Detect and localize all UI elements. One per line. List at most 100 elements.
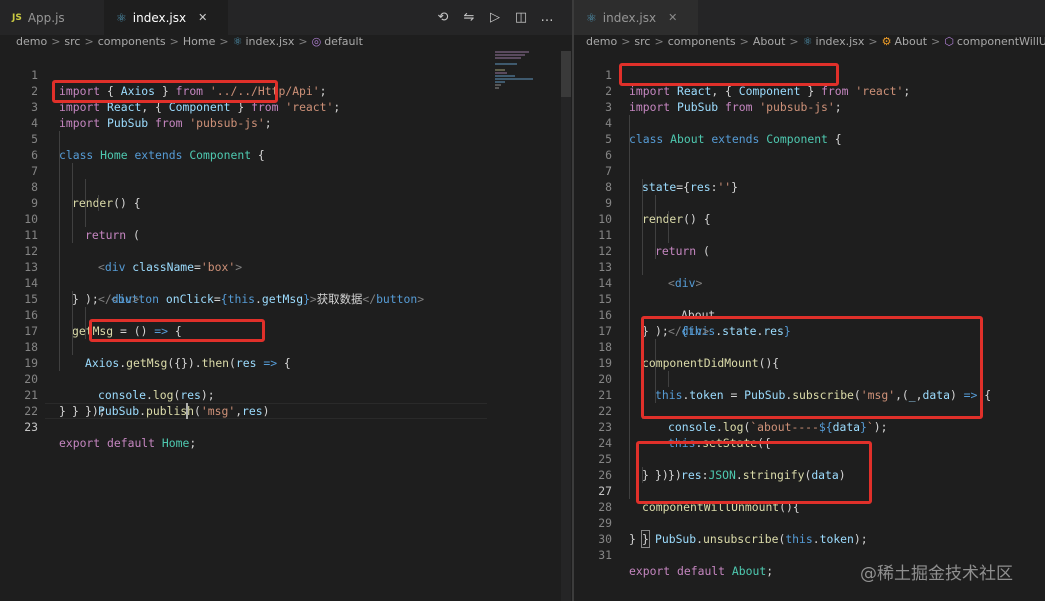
code-line: 6 state={res:''} (574, 131, 1045, 194)
run-icon[interactable]: ▷ (482, 10, 508, 25)
indent-guide (629, 195, 630, 211)
indent-guide (642, 243, 643, 259)
breadcrumb-item[interactable]: demo (16, 35, 47, 48)
code-line: 13 </div> (574, 243, 1045, 338)
breadcrumb-item[interactable]: src (64, 35, 80, 48)
chevron-right-icon: > (868, 35, 878, 48)
code-line: 8 return ( (0, 163, 572, 242)
indent-guide (629, 371, 630, 387)
indent-guide (629, 227, 630, 243)
chevron-right-icon: > (219, 35, 229, 48)
indent-guide (85, 307, 86, 323)
indent-guide (59, 211, 60, 227)
line-number: 23 (24, 420, 38, 434)
code-line: 20 } (0, 355, 572, 418)
tab-index-jsx[interactable]: ⚛ index.jsx ✕ (104, 0, 228, 35)
breadcrumb-item[interactable]: default (324, 35, 363, 48)
indent-guide (85, 323, 86, 339)
indent-guide (629, 307, 630, 323)
breadcrumb-item[interactable]: index.jsx (245, 35, 294, 48)
code-line: 8 render() { (574, 163, 1045, 226)
indent-guide (85, 179, 86, 195)
code-token: export (59, 436, 101, 450)
code-token: ; (766, 564, 774, 578)
timeline-icon[interactable]: ⟲ (430, 10, 456, 25)
code-line: 1 import { Axios } from '../../Http/Api'… (0, 51, 572, 98)
code-line: 9 return ( (574, 179, 1045, 258)
indent-guide (629, 131, 630, 147)
minimap[interactable] (495, 51, 547, 99)
indent-guide (629, 451, 630, 467)
code-line: 7 (574, 147, 1045, 178)
indent-guide (59, 307, 60, 323)
indent-guide (629, 323, 630, 339)
indent-guide (72, 195, 73, 211)
indent-guide (668, 211, 669, 227)
close-icon[interactable]: ✕ (668, 11, 677, 24)
indent-guide (629, 259, 630, 275)
chevron-right-icon: > (931, 35, 941, 48)
indent-guide (59, 243, 60, 259)
breadcrumb-item[interactable]: About (895, 35, 928, 48)
indent-guide (72, 227, 73, 243)
scrollbar-thumb[interactable] (561, 51, 571, 97)
breadcrumb: demo > src > components > About > ⚛ index.jsx > ⚙ Ab… (574, 35, 1045, 49)
indent-guide (59, 179, 60, 195)
indent-guide (629, 243, 630, 259)
close-icon[interactable]: ✕ (198, 11, 207, 24)
tab-label: index.jsx (132, 10, 187, 25)
code-line: 24 } (574, 419, 1045, 482)
tab-index-jsx[interactable]: ⚛ index.jsx ✕ (574, 0, 698, 35)
code-line: 5 (574, 115, 1045, 146)
code-token: Home (161, 436, 190, 450)
indent-guide (72, 339, 73, 355)
breadcrumb-item[interactable]: About (753, 35, 786, 48)
line-number: 31 (598, 548, 612, 562)
code-line: 10 <button onClick={this.getMsg}>获取数据</b… (0, 195, 572, 306)
right-tab-bar: ⚛ index.jsx ✕ (574, 0, 1045, 35)
breadcrumb-item[interactable]: demo (586, 35, 617, 48)
breadcrumb-item[interactable]: index.jsx (816, 35, 865, 48)
split-editor-icon[interactable]: ◫ (508, 10, 534, 25)
code-token: default (107, 436, 156, 450)
code-line: 12 ); (0, 227, 572, 306)
breadcrumb-item[interactable]: components (98, 35, 166, 48)
compare-changes-icon[interactable]: ⇋ (456, 10, 482, 25)
more-actions-icon[interactable]: … (534, 10, 560, 25)
tab-app-js[interactable]: JS App.js (0, 0, 104, 35)
vertical-scrollbar[interactable] (561, 51, 571, 601)
code-line: 17 console.log(res); (0, 307, 572, 402)
indent-guide (629, 403, 630, 419)
indent-guide (629, 147, 630, 163)
indent-guide (85, 211, 86, 227)
indent-guide (59, 355, 60, 371)
method-symbol-icon: ⬡ (944, 35, 954, 48)
code-line: 11 About (574, 211, 1045, 322)
tab-label: index.jsx (602, 10, 657, 25)
highlight-box (619, 63, 839, 86)
chevron-right-icon: > (621, 35, 631, 48)
code-token: export (629, 564, 671, 578)
chevron-right-icon: > (51, 35, 61, 48)
breadcrumb-item[interactable]: Home (183, 35, 215, 48)
indent-guide (642, 259, 643, 275)
indent-guide (629, 467, 630, 483)
chevron-right-icon: > (84, 35, 94, 48)
breadcrumb-item[interactable]: components (668, 35, 736, 48)
code-token: ; (189, 436, 197, 450)
breadcrumb-item[interactable]: src (634, 35, 650, 48)
indent-guide (629, 115, 630, 131)
chevron-right-icon: > (789, 35, 799, 48)
highlight-box (89, 319, 265, 342)
indent-guide (642, 211, 643, 227)
indent-guide (59, 147, 60, 163)
code-line: 16 (574, 291, 1045, 322)
indent-guide (629, 163, 630, 179)
breadcrumb-item[interactable]: componentWillUnmount (957, 35, 1045, 48)
indent-guide (655, 227, 656, 243)
tab-label: App.js (27, 10, 65, 25)
code-line: 7 render() { (0, 147, 572, 210)
code-line: 11 </div> (0, 211, 572, 306)
code-line: 15 getMsg = () => { (0, 275, 572, 338)
chevron-right-icon: > (654, 35, 664, 48)
